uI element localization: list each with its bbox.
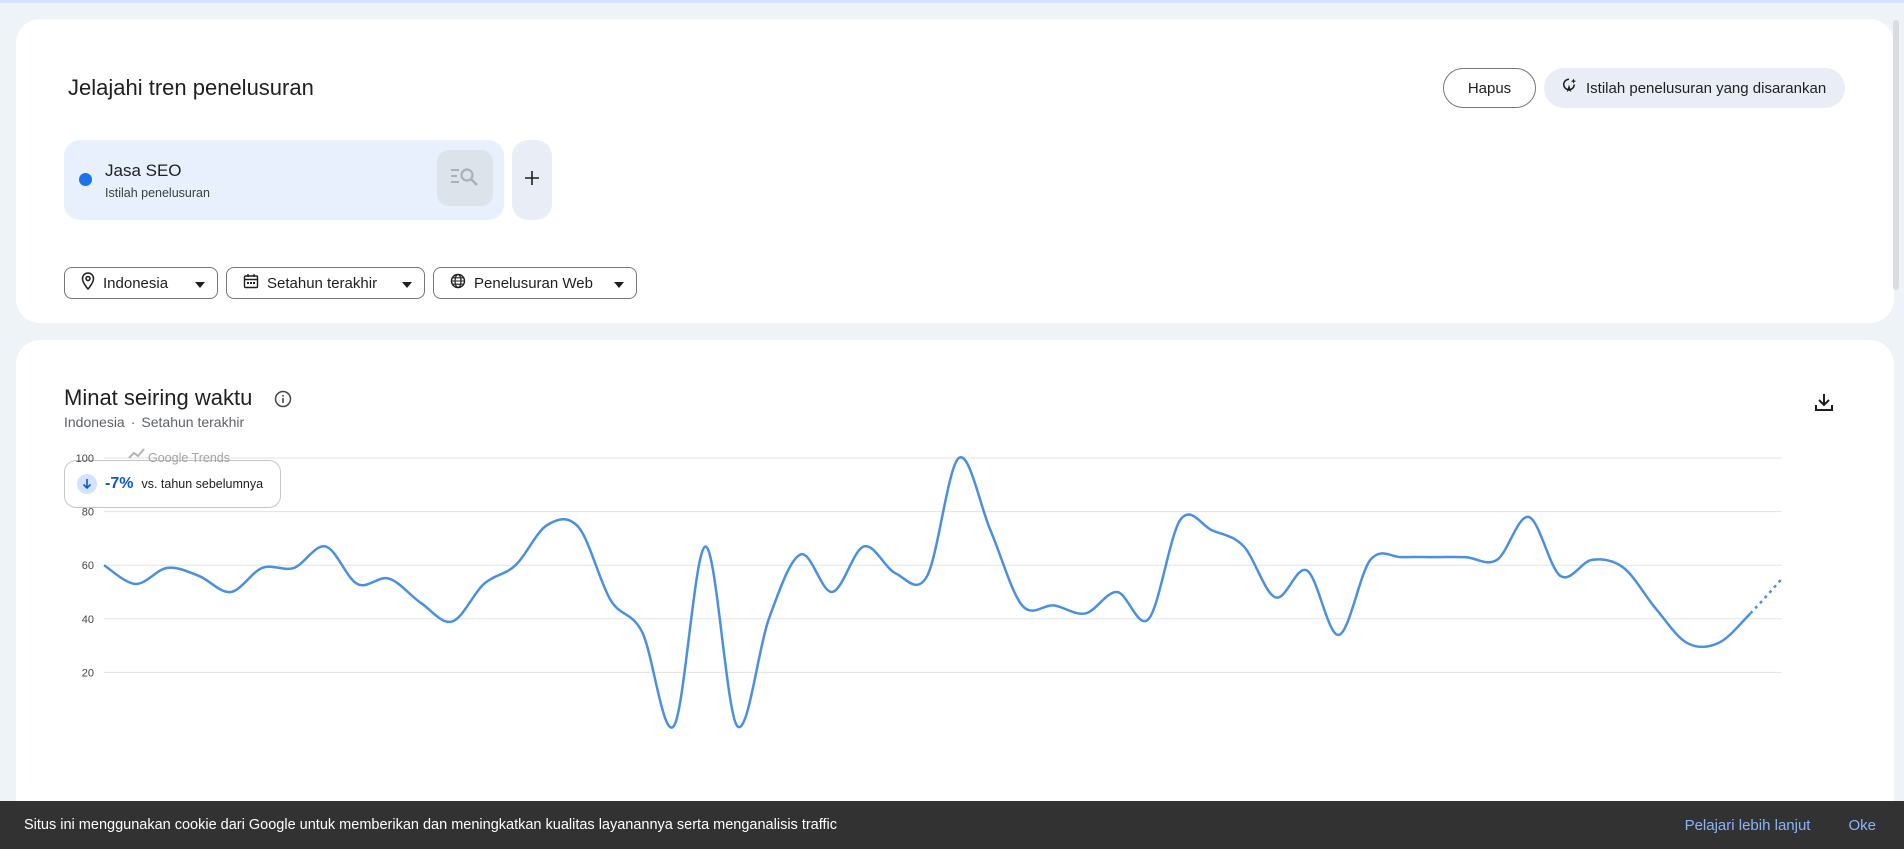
y-tick-label: 80 bbox=[82, 507, 94, 519]
term-search-button[interactable] bbox=[437, 150, 493, 206]
time-filter-label: Setahun terakhir bbox=[267, 274, 378, 292]
y-tick-label: 40 bbox=[82, 614, 94, 626]
y-tick-label: 20 bbox=[82, 667, 94, 679]
interest-line-chart: 20 40 60 80 100 Google Trends bbox=[76, 448, 1783, 729]
explore-card: Jelajahi tren penelusuran Hapus Istilah … bbox=[16, 19, 1894, 323]
suggested-terms-button[interactable]: Istilah penelusuran yang disarankan bbox=[1544, 68, 1845, 108]
series-line-partial bbox=[1749, 577, 1783, 615]
y-tick-label: 60 bbox=[82, 560, 94, 572]
top-progress-line bbox=[0, 0, 1904, 3]
cookie-banner: Situs ini menggunakan cookie dari Google… bbox=[0, 801, 1904, 849]
series-line bbox=[103, 456, 1752, 729]
watermark-label: Google Trends bbox=[148, 451, 230, 465]
plus-icon bbox=[524, 170, 540, 191]
scrollbar-thumb[interactable] bbox=[1893, 20, 1899, 290]
caret-down-icon bbox=[614, 275, 624, 292]
ok-button[interactable]: Oke bbox=[1848, 817, 1876, 834]
search-term-chip[interactable]: Jasa SEO Istilah penelusuran bbox=[64, 140, 504, 220]
term-color-dot bbox=[79, 173, 92, 186]
term-type: Istilah penelusuran bbox=[105, 186, 210, 200]
location-pin-icon bbox=[81, 272, 95, 294]
time-filter-dropdown[interactable]: Setahun terakhir bbox=[226, 267, 425, 299]
google-trends-watermark: Google Trends bbox=[128, 448, 230, 465]
suggested-terms-label: Istilah penelusuran yang disarankan bbox=[1586, 79, 1827, 97]
property-filter-dropdown[interactable]: Penelusuran Web bbox=[433, 267, 637, 299]
page-title: Jelajahi tren penelusuran bbox=[68, 75, 314, 100]
clear-button-label: Hapus bbox=[1467, 79, 1512, 97]
search-list-icon bbox=[450, 165, 480, 192]
globe-icon bbox=[450, 273, 466, 293]
add-term-button[interactable] bbox=[512, 140, 552, 220]
clear-button[interactable]: Hapus bbox=[1443, 68, 1536, 108]
sparkle-icon bbox=[1560, 77, 1578, 99]
caret-down-icon bbox=[402, 275, 412, 292]
geo-filter-label: Indonesia bbox=[103, 274, 169, 292]
calendar-icon bbox=[243, 273, 259, 293]
cookie-message: Situs ini menggunakan cookie dari Google… bbox=[24, 817, 838, 833]
term-name: Jasa SEO bbox=[105, 161, 182, 180]
caret-down-icon bbox=[195, 275, 205, 292]
property-filter-label: Penelusuran Web bbox=[474, 274, 593, 292]
y-tick-label: 100 bbox=[76, 453, 94, 465]
learn-more-link[interactable]: Pelajari lebih lanjut bbox=[1685, 817, 1811, 834]
interest-over-time-card: Minat seiring waktu Indonesia · Setahun … bbox=[16, 340, 1894, 849]
geo-filter-dropdown[interactable]: Indonesia bbox=[64, 267, 218, 299]
